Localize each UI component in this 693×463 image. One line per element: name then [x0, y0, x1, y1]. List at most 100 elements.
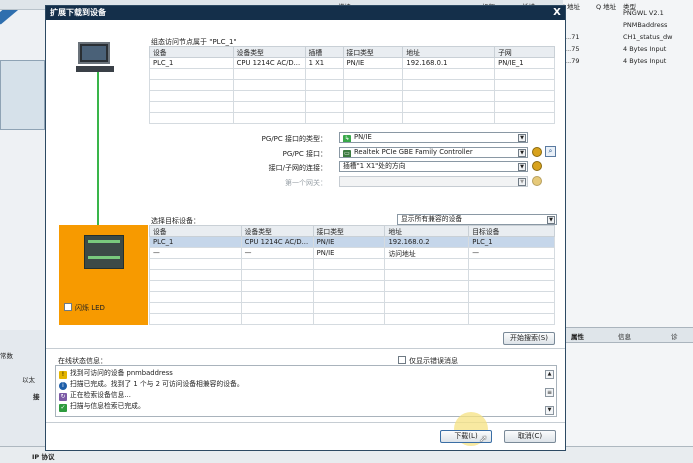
status-text: 扫描已完成。找到了 1 个与 2 可访问设备相兼容的设备。 [70, 380, 244, 388]
status-message: i 扫描已完成。找到了 1 个与 2 可访问设备相兼容的设备。 [59, 379, 244, 390]
gateway-select: ▼ [339, 176, 528, 187]
config-table: 设备 设备类型 插槽 接口类型 地址 子网 PLC_1 CPU 1214C AC… [149, 46, 555, 124]
extended-download-dialog: 扩展下载到设备 X 组态访问节点属于 "PLC_1" 设备 设备类型 插槽 接口… [45, 5, 566, 451]
close-icon[interactable]: X [551, 7, 563, 18]
table-row [149, 313, 555, 325]
connection-properties-icon[interactable] [532, 161, 542, 171]
bg-header-cell: 类型 [623, 3, 636, 11]
gateway-properties-icon [532, 176, 542, 186]
table-row [149, 269, 555, 281]
bg-left-label: 以太 [22, 376, 35, 384]
background-left-labels: 常数 以太 接 [0, 346, 45, 446]
col-header: 设备类型 [232, 46, 306, 58]
status-text: 找到可访问的设备 pnmbaddress [70, 369, 173, 377]
col-header: 接口类型 [312, 225, 386, 237]
tab-info[interactable]: 信息 [618, 331, 631, 341]
table-cell: 1 X1 [304, 57, 344, 69]
flash-led-checkbox[interactable] [64, 303, 72, 311]
connection-select[interactable]: 插槽"1 X1"处的方向 ▼ [339, 161, 528, 172]
table-cell: 192.168.0.1 [402, 57, 496, 69]
status-log: ! 找到可访问的设备 pnmbaddress i 扫描已完成。找到了 1 个与 2 … [55, 365, 557, 417]
table-cell: PN/IE_1 [494, 57, 555, 69]
bg-type-cell: 4 Bytes Input [623, 45, 667, 53]
col-header: 地址 [384, 225, 470, 237]
col-header: 目标设备 [468, 225, 555, 237]
table-cell: 访问地址 [384, 247, 470, 259]
chevron-down-icon: ▼ [518, 178, 526, 186]
target-table: 设备 设备类型 接口类型 地址 目标设备 PLC_1 CPU 1214C AC/… [149, 225, 555, 325]
table-row [149, 90, 555, 102]
start-search-button[interactable]: 开始搜索(S) [503, 332, 555, 345]
search-icon[interactable]: ⌕ [545, 146, 556, 157]
tab-diagnostics[interactable]: 诊 [671, 331, 678, 341]
interface-properties-icon[interactable] [532, 147, 542, 157]
cancel-button[interactable]: 取消(C) [504, 430, 556, 443]
plc-icon [84, 235, 124, 269]
bg-type-cell: CH1_status_dw [623, 33, 673, 41]
status-text: 扫描与信息检索已完成。 [70, 402, 145, 410]
bg-address-cell: ...79 [565, 57, 580, 65]
network-cable [97, 72, 99, 225]
table-cell: — [240, 247, 314, 259]
only-errors-checkbox[interactable] [398, 356, 406, 364]
bg-left-label: 常数 [0, 352, 13, 360]
table-row[interactable]: PLC_1 CPU 1214C AC/D... 1 X1 PN/IE 192.1… [149, 57, 555, 69]
table-cell: PN/IE [312, 236, 386, 248]
table-row [149, 101, 555, 113]
table-cell: CPU 1214C AC/D... [240, 236, 314, 248]
col-header: 设备类型 [240, 225, 314, 237]
pgpc-type-value: PN/IE [354, 133, 372, 141]
col-header: 插槽 [304, 46, 344, 58]
status-message: ↻ 正在检索设备信息... [59, 390, 131, 401]
background-right-panel: PNGWL V2.1 PNMBaddress CH1_status_dw 4 B… [563, 0, 693, 463]
col-header: 子网 [494, 46, 555, 58]
table-cell: 192.168.0.2 [384, 236, 470, 248]
table-cell: PN/IE [342, 57, 404, 69]
col-header: 设备 [149, 46, 234, 58]
table-row [149, 68, 555, 80]
background-device-block [0, 60, 45, 130]
table-row[interactable]: — — PN/IE 访问地址 — [149, 247, 555, 259]
table-cell: PLC_1 [149, 57, 234, 69]
bg-left-label: 接 [33, 393, 40, 401]
background-table-headers-right: I 地址 Q 地址 类型 [563, 0, 693, 11]
device-filter-select[interactable]: 显示所有兼容的设备 ▼ [397, 214, 557, 225]
network-icon: ↳ [343, 135, 351, 142]
pgpc-interface-select[interactable]: ▭ Realtek PCIe GBE Family Controller ▼ [339, 147, 528, 158]
bg-address-cell: ...75 [565, 45, 580, 53]
bg-bottom-label: IP 协议 [32, 453, 55, 461]
table-row-selected[interactable]: PLC_1 CPU 1214C AC/D... PN/IE 192.168.0.… [149, 236, 555, 248]
connection-value: 插槽"1 X1"处的方向 [343, 162, 406, 170]
progress-icon: ↻ [59, 393, 67, 401]
chevron-down-icon: ▼ [518, 134, 526, 142]
table-cell: PLC_1 [149, 236, 242, 248]
dialog-titlebar[interactable]: 扩展下载到设备 X [46, 6, 565, 20]
status-message: ! 找到可访问的设备 pnmbaddress [59, 368, 173, 379]
col-header: 地址 [402, 46, 496, 58]
mouse-cursor-icon: ➚ [479, 434, 488, 445]
scroll-down-icon[interactable]: ▼ [545, 406, 554, 415]
tab-properties[interactable]: 属性 [571, 331, 584, 341]
pg-pc-base [76, 66, 114, 72]
bg-type-cell: 4 Bytes Input [623, 57, 667, 65]
flash-led-label: 闪烁 LED [75, 304, 105, 312]
table-row [149, 291, 555, 303]
table-row [149, 79, 555, 91]
background-tab-strip: 属性 信息 诊 [563, 327, 693, 343]
table-row [149, 280, 555, 292]
pgpc-interface-value: Realtek PCIe GBE Family Controller [354, 148, 473, 156]
expand-log-icon[interactable]: ≡ [545, 388, 554, 397]
bg-type-cell: PNMBaddress [623, 21, 668, 29]
table-cell: CPU 1214C AC/D... [232, 57, 306, 69]
background-canvas [0, 0, 45, 330]
table-cell: — [149, 247, 242, 259]
status-text: 正在检索设备信息... [70, 391, 131, 399]
pg-pc-icon [78, 42, 110, 64]
scroll-up-icon[interactable]: ▲ [545, 370, 554, 379]
col-header: 接口类型 [342, 46, 404, 58]
table-row [149, 112, 555, 124]
table-cell: — [468, 247, 555, 259]
pgpc-type-select[interactable]: ↳ PN/IE ▼ [339, 132, 528, 143]
chevron-down-icon: ▼ [518, 149, 526, 157]
pgpc-interface-label: PG/PC 接口： [282, 150, 327, 158]
